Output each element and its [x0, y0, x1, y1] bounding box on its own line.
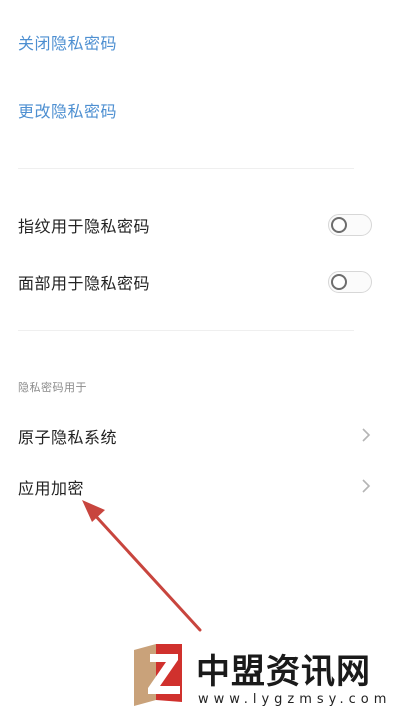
- section-divider: [18, 330, 354, 331]
- site-watermark: 中盟资讯网 www.lygzmsy.com: [124, 634, 390, 714]
- watermark-url: www.lygzmsy.com: [198, 692, 392, 707]
- brand-logo-icon: [134, 644, 182, 706]
- app-encryption-item[interactable]: 应用加密: [0, 475, 400, 501]
- face-toggle[interactable]: [328, 271, 372, 293]
- usage-section-label: 隐私密码用于: [18, 381, 87, 394]
- atomic-privacy-system-item[interactable]: 原子隐私系统: [0, 424, 400, 450]
- fingerprint-toggle[interactable]: [328, 214, 372, 236]
- change-privacy-password-link[interactable]: 更改隐私密码: [0, 98, 400, 122]
- change-privacy-password-label: 更改隐私密码: [18, 102, 118, 121]
- watermark-brand-name: 中盟资讯网: [196, 652, 371, 692]
- face-setting-label: 面部用于隐私密码: [18, 274, 151, 293]
- chevron-right-icon: [362, 479, 371, 493]
- close-privacy-password-label: 关闭隐私密码: [18, 34, 118, 53]
- close-privacy-password-link[interactable]: 关闭隐私密码: [0, 30, 400, 54]
- fingerprint-setting-label: 指纹用于隐私密码: [18, 217, 151, 236]
- atomic-privacy-system-label: 原子隐私系统: [18, 428, 118, 447]
- toggle-knob: [331, 273, 347, 290]
- usage-section-header: 隐私密码用于: [0, 376, 400, 395]
- toggle-knob: [331, 216, 347, 233]
- chevron-right-icon: [362, 428, 371, 442]
- app-encryption-label: 应用加密: [18, 479, 85, 498]
- section-divider: [18, 168, 354, 169]
